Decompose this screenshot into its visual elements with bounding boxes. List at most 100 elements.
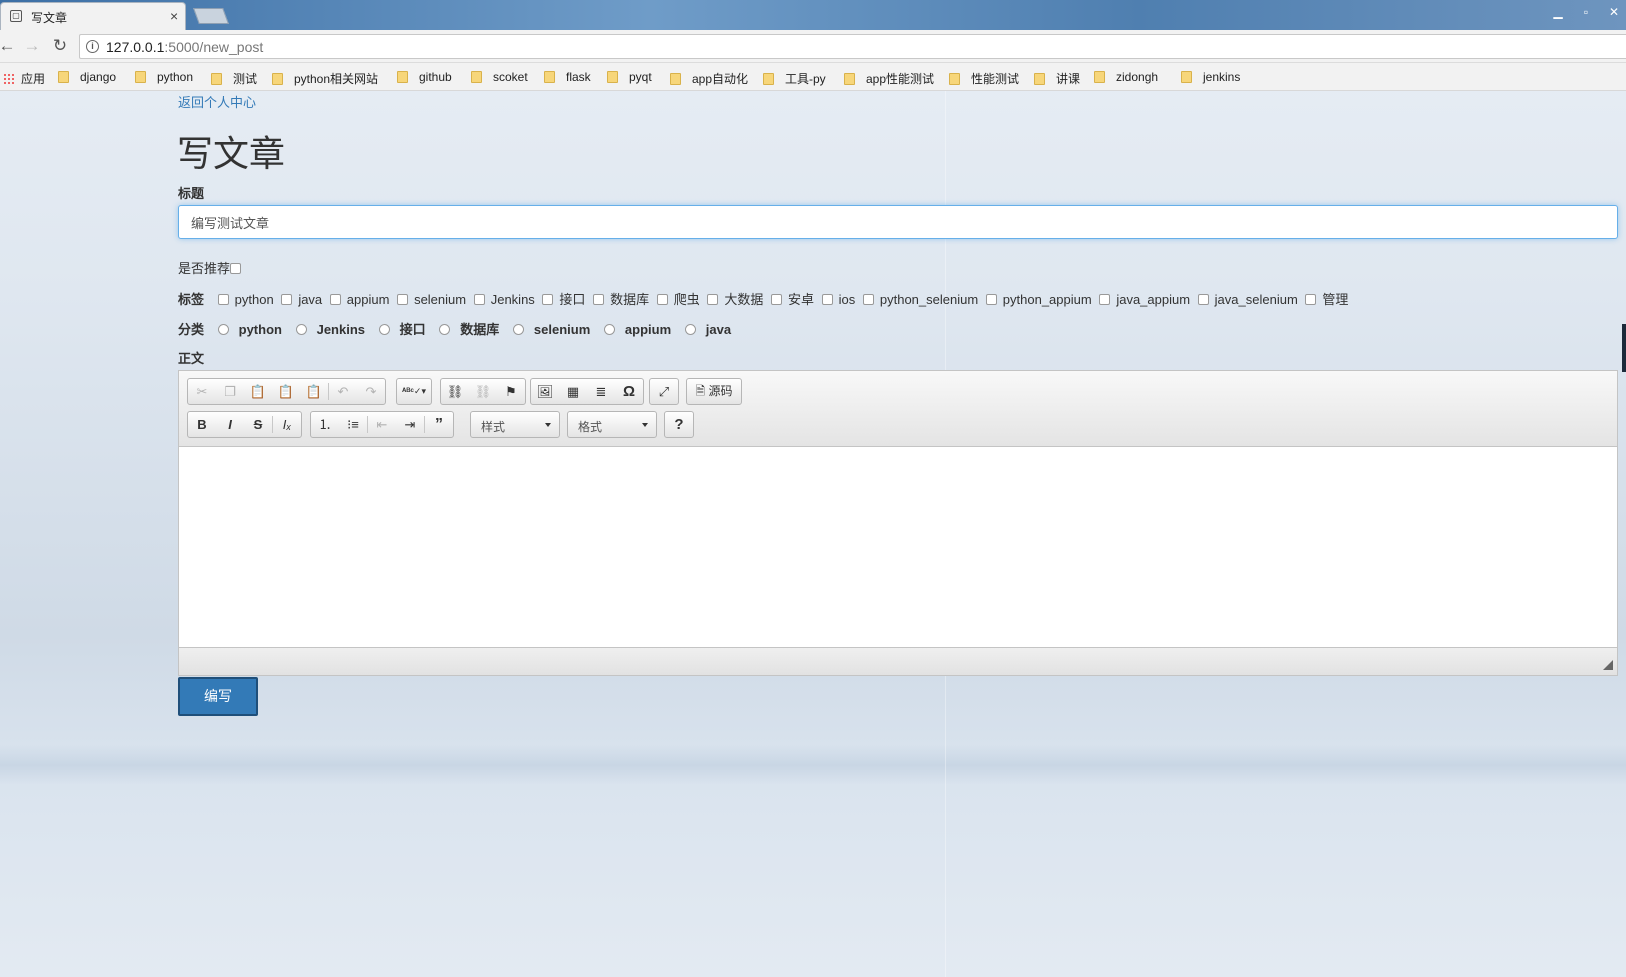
bookmark-item[interactable]: github [397,70,452,84]
category-radio[interactable] [217,324,229,335]
category-option[interactable]: 数据库 [439,319,499,338]
indent-icon[interactable]: ⇥ [396,412,424,437]
tag-option[interactable]: java_selenium [1197,292,1298,307]
style-dropdown[interactable]: 样式 [470,411,560,438]
minimize-icon[interactable]: ▁ [1548,5,1568,23]
maximize-window-icon[interactable]: ▫ [1576,5,1596,23]
tag-option[interactable]: python_appium [985,292,1092,307]
category-radio[interactable] [295,324,307,335]
tag-checkbox[interactable] [542,294,554,305]
new-tab-button[interactable] [193,8,229,24]
tag-option[interactable]: 数据库 [593,289,649,308]
tag-checkbox[interactable] [985,294,997,305]
bookmark-item[interactable]: scoket [471,70,528,84]
category-radio[interactable] [378,324,390,335]
tag-checkbox[interactable] [281,294,293,305]
site-info-icon[interactable]: i [86,40,99,53]
tag-checkbox[interactable] [707,294,719,305]
back-arrow-icon[interactable]: ← [0,35,18,57]
tag-checkbox[interactable] [656,294,668,305]
unlink-icon[interactable]: ⛓ [469,379,497,404]
tag-checkbox[interactable] [862,294,874,305]
blockquote-icon[interactable]: ” [425,412,453,437]
tag-checkbox[interactable] [1099,294,1111,305]
forward-arrow-icon[interactable]: → [21,35,43,57]
tag-option[interactable]: 接口 [542,289,585,308]
bookmark-apps[interactable]: 应用 [3,70,45,87]
tag-option[interactable]: python [217,292,274,307]
horizontal-rule-icon[interactable]: ≣ [587,379,615,404]
tag-checkbox[interactable] [473,294,485,305]
bookmark-item[interactable]: python [135,70,193,84]
format-dropdown[interactable]: 格式 [567,411,657,438]
category-option[interactable]: 接口 [378,319,426,338]
tag-checkbox[interactable] [1305,294,1317,305]
browser-tab[interactable]: ▢ 写文章 × [0,2,186,30]
reload-icon[interactable]: ↻ [49,35,71,57]
redo-icon[interactable]: ↷ [357,379,385,404]
resize-grip-icon[interactable] [1603,660,1613,670]
submit-button[interactable]: 编写 [178,677,258,716]
back-to-profile-link[interactable]: 返回个人中心 [178,92,256,111]
outdent-icon[interactable]: ⇤ [368,412,396,437]
help-icon[interactable]: ? [665,412,693,437]
tag-checkbox[interactable] [593,294,605,305]
category-option[interactable]: java [684,322,731,337]
bookmark-item[interactable]: 性能测试 [949,70,1019,87]
address-bar[interactable]: i 127.0.0.1:5000/new_post [79,34,1626,59]
tag-option[interactable]: python_selenium [862,292,978,307]
bookmark-item[interactable]: flask [544,70,591,84]
close-window-icon[interactable]: ✕ [1604,5,1624,23]
remove-format-icon[interactable]: Iₓ [273,412,301,437]
bulleted-list-icon[interactable]: ⁝≡ [339,412,367,437]
tag-option[interactable]: ios [821,292,855,307]
bold-icon[interactable]: B [188,412,216,437]
copy-icon[interactable]: ❐ [216,379,244,404]
bookmark-item[interactable]: 测试 [211,70,257,87]
category-option[interactable]: selenium [512,322,590,337]
tag-option[interactable]: Jenkins [473,292,535,307]
undo-icon[interactable]: ↶ [329,379,357,404]
paste-icon[interactable]: 📋 [244,379,272,404]
tag-option[interactable]: 安卓 [770,289,814,308]
tag-option[interactable]: 爬虫 [656,289,700,308]
tag-option[interactable]: 大数据 [707,289,763,308]
category-option[interactable]: Jenkins [295,322,365,337]
tag-checkbox[interactable] [397,294,409,305]
bookmark-item[interactable]: python相关网站 [272,70,378,87]
numbered-list-icon[interactable]: ⒈ [311,412,339,437]
scrollbar-thumb[interactable] [1622,324,1626,372]
table-icon[interactable]: ▦ [559,379,587,404]
category-radio[interactable] [684,324,696,335]
tag-option[interactable]: java [281,292,322,307]
paste-word-icon[interactable]: 📋 [300,379,328,404]
bookmark-item[interactable]: pyqt [607,70,652,84]
bookmark-item[interactable]: app性能测试 [844,70,934,87]
tag-option[interactable]: appium [329,292,389,307]
strike-icon[interactable]: S [244,412,272,437]
tag-checkbox[interactable] [770,294,782,305]
anchor-icon[interactable]: ⚑ [497,379,525,404]
category-option[interactable]: appium [603,322,671,337]
maximize-icon[interactable]: ⤢ [650,379,678,404]
spellcheck-icon[interactable]: ᴬᴮᶜ✓▾ [397,379,431,404]
tag-checkbox[interactable] [329,294,341,305]
tag-checkbox[interactable] [821,294,833,305]
bookmark-item[interactable]: app自动化 [670,70,748,87]
tag-checkbox[interactable] [217,294,229,305]
title-input[interactable] [178,205,1618,239]
italic-icon[interactable]: I [216,412,244,437]
category-radio[interactable] [439,324,451,335]
source-button[interactable]: 🗎 源码 [687,379,741,404]
close-tab-icon[interactable]: × [170,8,178,24]
special-char-icon[interactable]: Ω [615,379,643,404]
cut-icon[interactable]: ✂ [188,379,216,404]
category-radio[interactable] [603,324,615,335]
editor-content-area[interactable] [179,448,1617,648]
bookmark-item[interactable]: jenkins [1181,70,1240,84]
tag-option[interactable]: selenium [397,292,466,307]
category-option[interactable]: python [217,322,282,337]
tag-option[interactable]: java_appium [1099,292,1190,307]
category-radio[interactable] [512,324,524,335]
tag-checkbox[interactable] [1197,294,1209,305]
